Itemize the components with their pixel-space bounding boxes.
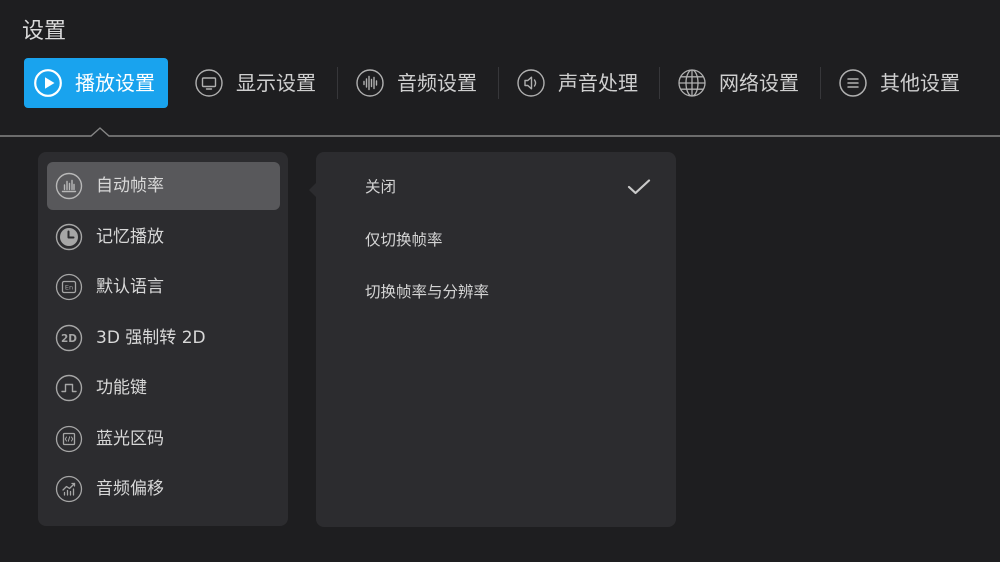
clock-icon: [55, 223, 83, 251]
audio-offset-icon: [55, 475, 83, 503]
checkmark-icon: [627, 179, 651, 195]
bar-chart-icon: [55, 172, 83, 200]
options-panel: 关闭 仅切换帧率 切换帧率与分辨率: [309, 152, 676, 527]
menu-item-label: 3D 强制转 2D: [96, 327, 206, 348]
play-circle-icon: [34, 69, 62, 97]
settings-screen: 设置 播放设置 显示设置 音频设置 声音处理 网络设置 其他设置 自动帧率 记忆…: [0, 0, 1000, 562]
option-frame-rate-and-resolution[interactable]: 切换帧率与分辨率: [316, 266, 676, 319]
menu-item-label: 音频偏移: [96, 479, 164, 499]
option-label: 关闭: [365, 178, 397, 197]
language-icon-text: En: [65, 284, 73, 292]
menu-item-label: 默认语言: [96, 277, 164, 297]
function-key-icon: [55, 374, 83, 402]
menu-item-auto-frame-rate[interactable]: 自动帧率: [47, 162, 280, 210]
monitor-icon: [195, 69, 223, 97]
menu-item-resume-playback[interactable]: 记忆播放: [47, 213, 280, 261]
tab-divider: [490, 58, 507, 108]
option-label: 切换帧率与分辨率: [365, 283, 490, 302]
tab-divider: [651, 58, 668, 108]
tab-audio-settings[interactable]: 音频设置: [346, 58, 490, 108]
settings-menu: 自动帧率 记忆播放 En 默认语言 2D 3D 强制转 2D 功能键 蓝光区码 …: [38, 152, 288, 526]
option-frame-rate-only[interactable]: 仅切换帧率: [316, 214, 676, 267]
tab-label: 音频设置: [397, 71, 477, 95]
list-icon: [839, 69, 867, 97]
tab-display-settings[interactable]: 显示设置: [185, 58, 329, 108]
menu-item-bluray-region-code[interactable]: 蓝光区码: [47, 415, 280, 463]
tab-other-settings[interactable]: 其他设置: [829, 58, 973, 108]
globe-icon: [678, 69, 706, 97]
option-off[interactable]: 关闭: [316, 161, 676, 214]
option-label: 仅切换帧率: [365, 230, 443, 249]
2d-icon-text: 2D: [61, 332, 77, 344]
tab-network-settings[interactable]: 网络设置: [668, 58, 812, 108]
tab-sound-processing[interactable]: 声音处理: [507, 58, 651, 108]
audio-wave-icon: [356, 69, 384, 97]
tab-label: 声音处理: [558, 71, 638, 95]
menu-item-label: 功能键: [96, 378, 147, 398]
region-code-icon: [55, 425, 83, 453]
menu-item-label: 自动帧率: [96, 176, 164, 196]
tab-label: 显示设置: [236, 71, 316, 95]
tab-divider: [168, 58, 185, 108]
tab-bar: 播放设置 显示设置 音频设置 声音处理 网络设置 其他设置: [24, 58, 973, 108]
tab-label: 网络设置: [719, 71, 799, 95]
2d-icon: 2D: [55, 324, 83, 352]
menu-item-label: 蓝光区码: [96, 428, 164, 449]
tab-divider: [812, 58, 829, 108]
menu-item-function-keys[interactable]: 功能键: [47, 364, 280, 412]
tab-playback-settings[interactable]: 播放设置: [24, 58, 168, 108]
tab-underline-divider: [0, 127, 1000, 137]
menu-item-default-language[interactable]: En 默认语言: [47, 263, 280, 311]
speaker-icon: [517, 69, 545, 97]
panel-pointer: [309, 183, 316, 197]
menu-item-audio-offset[interactable]: 音频偏移: [47, 465, 280, 513]
tab-divider: [329, 58, 346, 108]
menu-item-label: 记忆播放: [96, 226, 164, 247]
language-icon: En: [55, 273, 83, 301]
menu-item-3d-to-2d[interactable]: 2D 3D 强制转 2D: [47, 314, 280, 362]
tab-label: 播放设置: [75, 71, 155, 95]
page-title: 设置: [22, 19, 67, 44]
tab-label: 其他设置: [880, 71, 960, 95]
